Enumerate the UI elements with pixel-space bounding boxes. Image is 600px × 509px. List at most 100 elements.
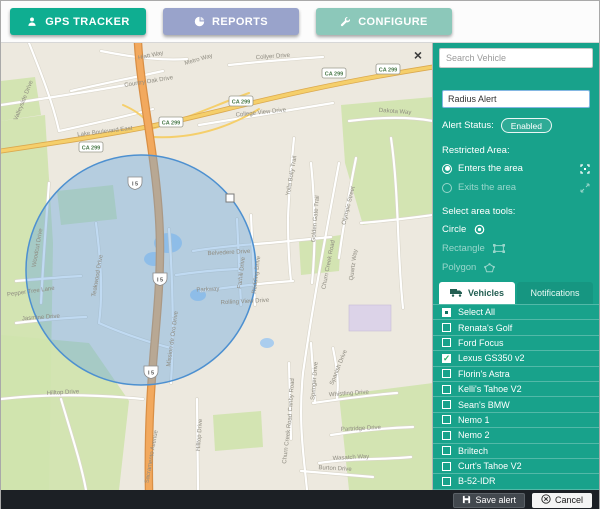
ca299-shield: CA 299	[79, 142, 103, 152]
vehicle-label: Renata's Golf	[458, 323, 512, 333]
vehicle-row[interactable]: Florin's Astra	[433, 367, 599, 382]
svg-text:CA 299: CA 299	[379, 67, 397, 73]
wrench-icon	[340, 16, 351, 27]
svg-text:I 5: I 5	[148, 371, 154, 377]
exits-area-label: Exits the area	[458, 182, 516, 193]
vehicle-list: Select All Renata's Golf Ford Focus ✓ Lexus …	[433, 304, 599, 490]
alert-settings-panel: Alert Status: Enabled Restricted Area: E…	[433, 68, 599, 274]
vehicle-row[interactable]: Select All	[433, 305, 599, 320]
park-area	[213, 411, 263, 451]
water-area	[260, 338, 274, 348]
i5-shield: I 5	[144, 366, 158, 379]
alert-name-input[interactable]	[442, 90, 590, 108]
exits-area-radio[interactable]	[442, 183, 452, 193]
search-vehicle-input[interactable]	[439, 48, 593, 68]
alert-status-badge[interactable]: Enabled	[501, 118, 552, 133]
polygon-tool-label: Polygon	[442, 262, 476, 273]
pie-chart-icon	[194, 16, 205, 27]
cancel-icon	[541, 494, 551, 506]
vehicle-checkbox[interactable]	[442, 369, 451, 378]
map[interactable]: CA 299CA 299CA 299CA 299CA 299I 5I 5I 5V…	[1, 43, 433, 490]
vehicle-row[interactable]: Curt's Tahoe V2	[433, 459, 599, 474]
vehicle-label: Lexus GS350 v2	[458, 353, 525, 363]
save-alert-button[interactable]: Save alert	[453, 493, 525, 508]
i5-shield: I 5	[153, 273, 167, 286]
map-close-icon[interactable]: ×	[414, 48, 422, 62]
reports-label: REPORTS	[212, 16, 268, 28]
circle-resize-handle[interactable]	[226, 194, 234, 202]
vehicle-checkbox[interactable]: ✓	[442, 354, 451, 363]
polygon-tool[interactable]: Polygon	[442, 261, 590, 274]
ca299-shield: CA 299	[159, 117, 183, 127]
sidebar-tabs: Vehicles Notifications	[433, 282, 599, 304]
enters-area-label: Enters the area	[458, 163, 523, 174]
vehicle-checkbox[interactable]	[442, 477, 451, 486]
vehicle-checkbox[interactable]	[442, 415, 451, 424]
ca299-shield: CA 299	[322, 68, 346, 78]
enter-area-icon	[580, 164, 590, 174]
exits-area-option[interactable]: Exits the area	[442, 181, 590, 194]
footer-bar: Save alert Cancel	[1, 490, 599, 509]
cancel-label: Cancel	[555, 495, 583, 505]
vehicle-checkbox[interactable]	[442, 431, 451, 440]
vehicle-row[interactable]: ✓ Lexus GS350 v2	[433, 351, 599, 366]
tab-vehicles[interactable]: Vehicles	[439, 282, 515, 304]
gps-tracker-tab[interactable]: GPS TRACKER	[10, 8, 146, 35]
rectangle-tool-label: Rectangle	[442, 243, 485, 254]
vehicle-checkbox[interactable]	[442, 446, 451, 455]
save-icon	[462, 495, 471, 506]
vehicle-checkbox[interactable]	[442, 462, 451, 471]
vehicle-label: Select All	[458, 307, 495, 317]
radius-circle[interactable]	[26, 155, 256, 385]
enters-area-option[interactable]: Enters the area	[442, 162, 590, 175]
vehicle-row[interactable]: Kelli's Tahoe V2	[433, 382, 599, 397]
i5-shield: I 5	[128, 177, 142, 190]
reports-tab[interactable]: REPORTS	[163, 8, 299, 35]
vehicle-label: Kelli's Tahoe V2	[458, 384, 522, 394]
street-label: Parkway	[196, 286, 219, 293]
configure-label: CONFIGURE	[358, 16, 428, 28]
tab-vehicles-label: Vehicles	[468, 288, 504, 298]
vehicle-checkbox[interactable]	[442, 338, 451, 347]
restricted-area-label: Restricted Area:	[442, 145, 590, 156]
vehicle-row[interactable]: B-52-IDR	[433, 474, 599, 489]
vehicle-row[interactable]: Sean's BMW	[433, 397, 599, 412]
alert-status-label: Alert Status:	[442, 120, 494, 131]
cancel-button[interactable]: Cancel	[532, 493, 592, 508]
svg-text:I 5: I 5	[132, 182, 138, 188]
rectangle-tool[interactable]: Rectangle	[442, 242, 590, 255]
vehicle-checkbox[interactable]	[442, 308, 451, 317]
tab-notifications-label: Notifications	[530, 288, 579, 298]
circle-tool-label: Circle	[442, 224, 466, 235]
save-alert-label: Save alert	[475, 495, 516, 505]
vehicle-checkbox[interactable]	[442, 323, 451, 332]
vehicle-label: Florin's Astra	[458, 369, 510, 379]
ca299-shield: CA 299	[376, 64, 400, 74]
svg-text:CA 299: CA 299	[162, 120, 180, 126]
exit-area-icon	[580, 183, 590, 193]
circle-tool-icon	[474, 224, 485, 235]
svg-text:CA 299: CA 299	[82, 145, 100, 151]
vehicle-row[interactable]: Renata's Golf	[433, 320, 599, 335]
gps-person-icon	[26, 16, 38, 28]
vehicle-row[interactable]: Ford Focus	[433, 336, 599, 351]
polygon-tool-icon	[484, 263, 495, 273]
alert-sidebar: Alert Status: Enabled Restricted Area: E…	[433, 43, 599, 490]
vehicle-row[interactable]: Nemo 2	[433, 428, 599, 443]
vehicle-label: Curt's Tahoe V2	[458, 461, 522, 471]
svg-text:CA 299: CA 299	[232, 99, 250, 105]
enters-area-radio[interactable]	[442, 164, 452, 174]
vehicle-label: Briltech	[458, 446, 488, 456]
map-svg[interactable]: CA 299CA 299CA 299CA 299CA 299I 5I 5I 5V…	[1, 43, 433, 490]
circle-tool[interactable]: Circle	[442, 223, 590, 236]
vehicle-label: Ford Focus	[458, 338, 504, 348]
rectangle-tool-icon	[493, 244, 505, 253]
vehicle-checkbox[interactable]	[442, 385, 451, 394]
vehicle-label: Nemo 1	[458, 415, 490, 425]
truck-icon	[450, 288, 463, 299]
vehicle-row[interactable]: Briltech	[433, 444, 599, 459]
tab-notifications[interactable]: Notifications	[517, 282, 593, 304]
configure-tab[interactable]: CONFIGURE	[316, 8, 452, 35]
vehicle-row[interactable]: Nemo 1	[433, 413, 599, 428]
vehicle-checkbox[interactable]	[442, 400, 451, 409]
